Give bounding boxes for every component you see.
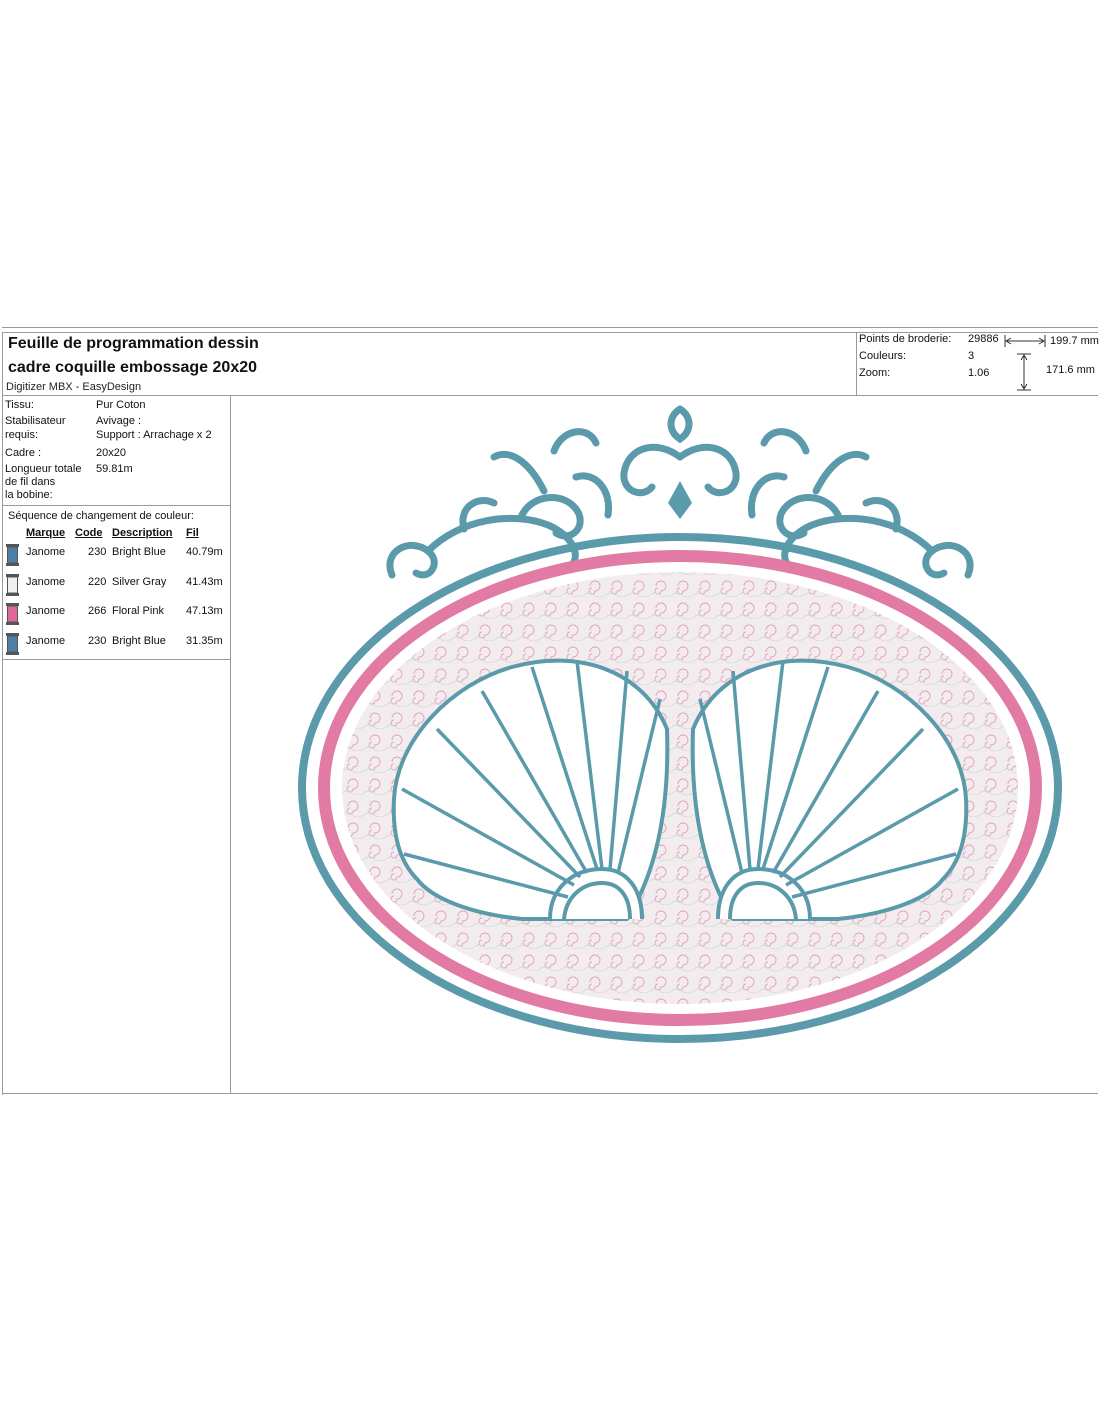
header-description: Description <box>112 527 173 539</box>
header-code: Code <box>75 527 103 539</box>
embroidery-design-preview <box>232 399 1098 1089</box>
width-value: 199.7 mm <box>1050 335 1099 347</box>
center-leaf <box>668 481 692 519</box>
stabilizer-value-1: Avivage : <box>96 415 142 427</box>
sheet-left-rule <box>2 332 3 1095</box>
software-name: Digitizer MBX - EasyDesign <box>6 381 142 393</box>
cadre-value: 20x20 <box>96 447 126 459</box>
height-value: 171.6 mm <box>1046 364 1095 376</box>
row-code: 230 <box>88 546 107 558</box>
sequence-divider <box>2 659 230 660</box>
row-description: Floral Pink <box>112 605 164 617</box>
length-value: 59.81m <box>96 463 133 475</box>
stabilizer-label-2: requis: <box>5 429 39 441</box>
colors-label: Couleurs: <box>859 350 907 362</box>
cadre-label: Cadre : <box>5 447 42 459</box>
sheet-title-line2: cadre coquille embossage 20x20 <box>8 359 258 376</box>
header-fil: Fil <box>186 527 199 539</box>
row-fil: 31.35m <box>186 635 223 647</box>
header-bottom-rule <box>2 395 1098 396</box>
thread-spool-icon <box>6 603 19 625</box>
row-fil: 41.43m <box>186 576 223 588</box>
sequence-heading: Séquence de changement de couleur: <box>8 510 194 522</box>
zoom-label: Zoom: <box>859 367 891 379</box>
sequence-row: Janome 266 Floral Pink 47.13m <box>2 601 230 629</box>
row-code: 230 <box>88 635 107 647</box>
tissu-value: Pur Coton <box>96 399 146 411</box>
row-brand: Janome <box>26 605 66 617</box>
zoom-value: 1.06 <box>968 367 990 379</box>
row-fil: 40.79m <box>186 546 223 558</box>
header-brand: Marque <box>26 527 66 539</box>
row-code: 220 <box>88 576 107 588</box>
length-label-3: la bobine: <box>5 489 53 501</box>
row-brand: Janome <box>26 635 66 647</box>
row-description: Silver Gray <box>112 576 167 588</box>
info-divider <box>2 505 230 506</box>
sequence-row: Janome 230 Bright Blue 31.35m <box>2 631 230 659</box>
row-brand: Janome <box>26 546 66 558</box>
sequence-row: Janome 220 Silver Gray 41.43m <box>2 572 230 600</box>
points-label: Points de broderie: <box>859 333 952 345</box>
dimension-arrows-icon <box>1004 335 1046 391</box>
row-description: Bright Blue <box>112 546 166 558</box>
stabilizer-label-1: Stabilisateur <box>5 415 66 427</box>
sheet-top-rule <box>2 327 1098 328</box>
stats-divider <box>856 332 857 395</box>
stabilizer-value-2: Support : Arrachage x 2 <box>96 429 212 441</box>
sheet-bottom-rule <box>2 1093 1098 1094</box>
shell-frame-design <box>298 405 1062 1043</box>
sidebar-rule <box>230 395 231 1093</box>
row-brand: Janome <box>26 576 66 588</box>
thread-spool-icon <box>6 633 19 655</box>
length-label-1: Longueur totale <box>5 463 82 475</box>
colors-value: 3 <box>968 350 975 362</box>
row-description: Bright Blue <box>112 635 166 647</box>
thread-spool-icon <box>6 544 19 566</box>
row-fil: 47.13m <box>186 605 223 617</box>
sequence-row: Janome 230 Bright Blue 40.79m <box>2 542 230 570</box>
programming-sheet: Feuille de programmation dessin cadre co… <box>2 327 1099 1095</box>
thread-spool-icon <box>6 574 19 596</box>
tissu-label: Tissu: <box>5 399 34 411</box>
length-label-2: de fil dans <box>5 476 56 488</box>
sheet-title-line1: Feuille de programmation dessin <box>8 335 259 352</box>
row-code: 266 <box>88 605 107 617</box>
points-value: 29886 <box>968 333 999 345</box>
